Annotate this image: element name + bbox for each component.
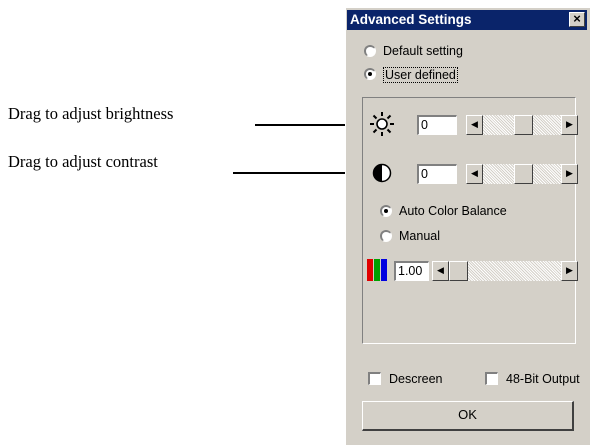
gamma-scroll-left-button[interactable]: ◀ — [432, 261, 449, 281]
rgb-bars-icon — [367, 259, 387, 281]
contrast-icon — [372, 163, 392, 183]
contrast-callout: Drag to adjust contrast — [8, 152, 158, 171]
user-defined-radio[interactable] — [364, 68, 376, 80]
left-arrow-icon: ◀ — [437, 265, 444, 275]
contrast-slider-thumb[interactable] — [514, 164, 533, 184]
brightness-slider[interactable]: ◀ ▶ — [466, 115, 578, 135]
right-arrow-icon: ▶ — [566, 119, 573, 129]
contrast-scroll-left-button[interactable]: ◀ — [466, 164, 483, 184]
ok-button[interactable]: OK — [362, 401, 574, 431]
advanced-settings-dialog: Advanced Settings × Default setting User… — [345, 7, 590, 445]
user-defined-label: User defined — [383, 67, 458, 83]
contrast-scroll-right-button[interactable]: ▶ — [561, 164, 578, 184]
default-setting-label: Default setting — [383, 44, 463, 58]
manual-radio[interactable] — [380, 230, 392, 242]
contrast-input[interactable]: 0 — [417, 164, 457, 184]
title-bar[interactable]: Advanced Settings × — [347, 10, 587, 30]
dialog-title: Advanced Settings — [350, 12, 472, 27]
close-button[interactable]: × — [569, 12, 585, 27]
brightness-scroll-left-button[interactable]: ◀ — [466, 115, 483, 135]
48-bit-output-checkbox[interactable] — [485, 372, 498, 385]
right-arrow-icon: ▶ — [566, 265, 573, 275]
contrast-leader-line — [233, 172, 360, 174]
brightness-scroll-right-button[interactable]: ▶ — [561, 115, 578, 135]
sun-icon — [370, 112, 394, 136]
gamma-slider-thumb[interactable] — [449, 261, 468, 281]
brightness-slider-thumb[interactable] — [514, 115, 533, 135]
auto-color-balance-radio[interactable] — [380, 205, 392, 217]
brightness-input[interactable]: 0 — [417, 115, 457, 135]
descreen-checkbox[interactable] — [368, 372, 381, 385]
contrast-slider[interactable]: ◀ ▶ — [466, 164, 578, 184]
gamma-scroll-right-button[interactable]: ▶ — [561, 261, 578, 281]
left-arrow-icon: ◀ — [471, 168, 478, 178]
left-arrow-icon: ◀ — [471, 119, 478, 129]
close-icon: × — [573, 11, 581, 26]
gamma-slider[interactable]: ◀ ▶ — [432, 261, 578, 281]
brightness-callout: Drag to adjust brightness — [8, 104, 174, 123]
gamma-input[interactable]: 1.00 — [394, 261, 429, 281]
descreen-label: Descreen — [389, 372, 443, 386]
right-arrow-icon: ▶ — [566, 168, 573, 178]
default-setting-radio[interactable] — [364, 45, 376, 57]
auto-color-balance-label: Auto Color Balance — [399, 204, 507, 218]
48-bit-output-label: 48-Bit Output — [506, 372, 580, 386]
manual-label: Manual — [399, 229, 440, 243]
